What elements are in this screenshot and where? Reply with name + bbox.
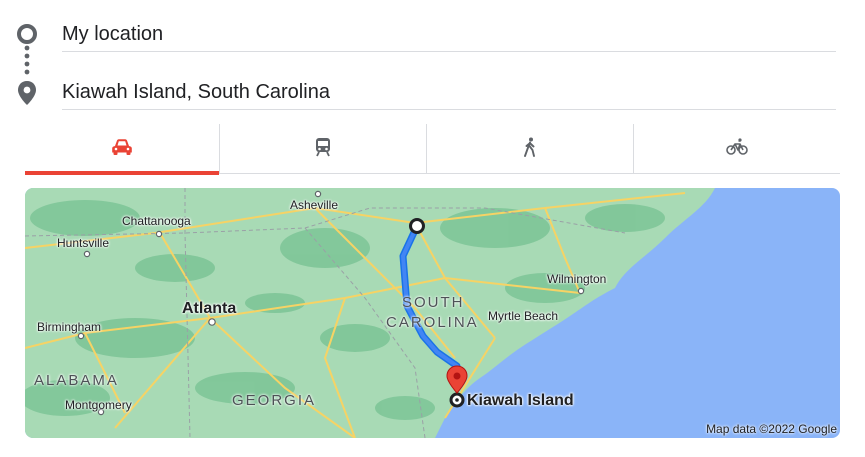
tab-cycling[interactable] [633, 124, 840, 174]
origin-field[interactable]: My location [62, 4, 836, 52]
origin-row: My location [0, 4, 865, 62]
map-label-carolina: CAROLINA [386, 314, 479, 331]
map-pin-icon [14, 78, 40, 108]
map-label-south: SOUTH [402, 294, 465, 311]
tab-transit[interactable] [219, 124, 426, 174]
map-label-huntsville: Huntsville [57, 236, 110, 250]
origin-marker[interactable] [409, 218, 425, 234]
destination-row: Kiawah Island, South Carolina [0, 62, 865, 120]
map-label-atlanta: Atlanta [182, 300, 237, 317]
map-label-montgomery: Montgomery [65, 398, 132, 412]
route-map[interactable]: Asheville Chattanooga Huntsville Wilming… [25, 188, 840, 438]
walking-person-icon [522, 137, 538, 162]
map-label-kiawah-island: Kiawah Island [467, 392, 574, 409]
map-label-birmingham: Birmingham [37, 320, 102, 334]
route-inputs: My location Kiawah Island, South Carolin… [0, 0, 865, 115]
tab-driving[interactable] [25, 124, 219, 175]
destination-field[interactable]: Kiawah Island, South Carolina [62, 62, 836, 110]
map-label-chattanooga: Chattanooga [122, 214, 191, 228]
train-icon [314, 137, 332, 162]
map-label-wilmington: Wilmington [547, 272, 607, 286]
map-label-asheville: Asheville [290, 198, 339, 212]
map-attribution: Map data ©2022 Google [706, 422, 837, 436]
bicycle-icon [726, 137, 748, 161]
map-label-georgia: GEORGIA [232, 392, 317, 409]
map-label-myrtle-beach: Myrtle Beach [488, 309, 559, 323]
travel-mode-tabs [25, 124, 840, 175]
map-label-alabama: ALABAMA [34, 372, 119, 389]
car-icon [111, 138, 133, 161]
tab-walking[interactable] [426, 124, 633, 174]
